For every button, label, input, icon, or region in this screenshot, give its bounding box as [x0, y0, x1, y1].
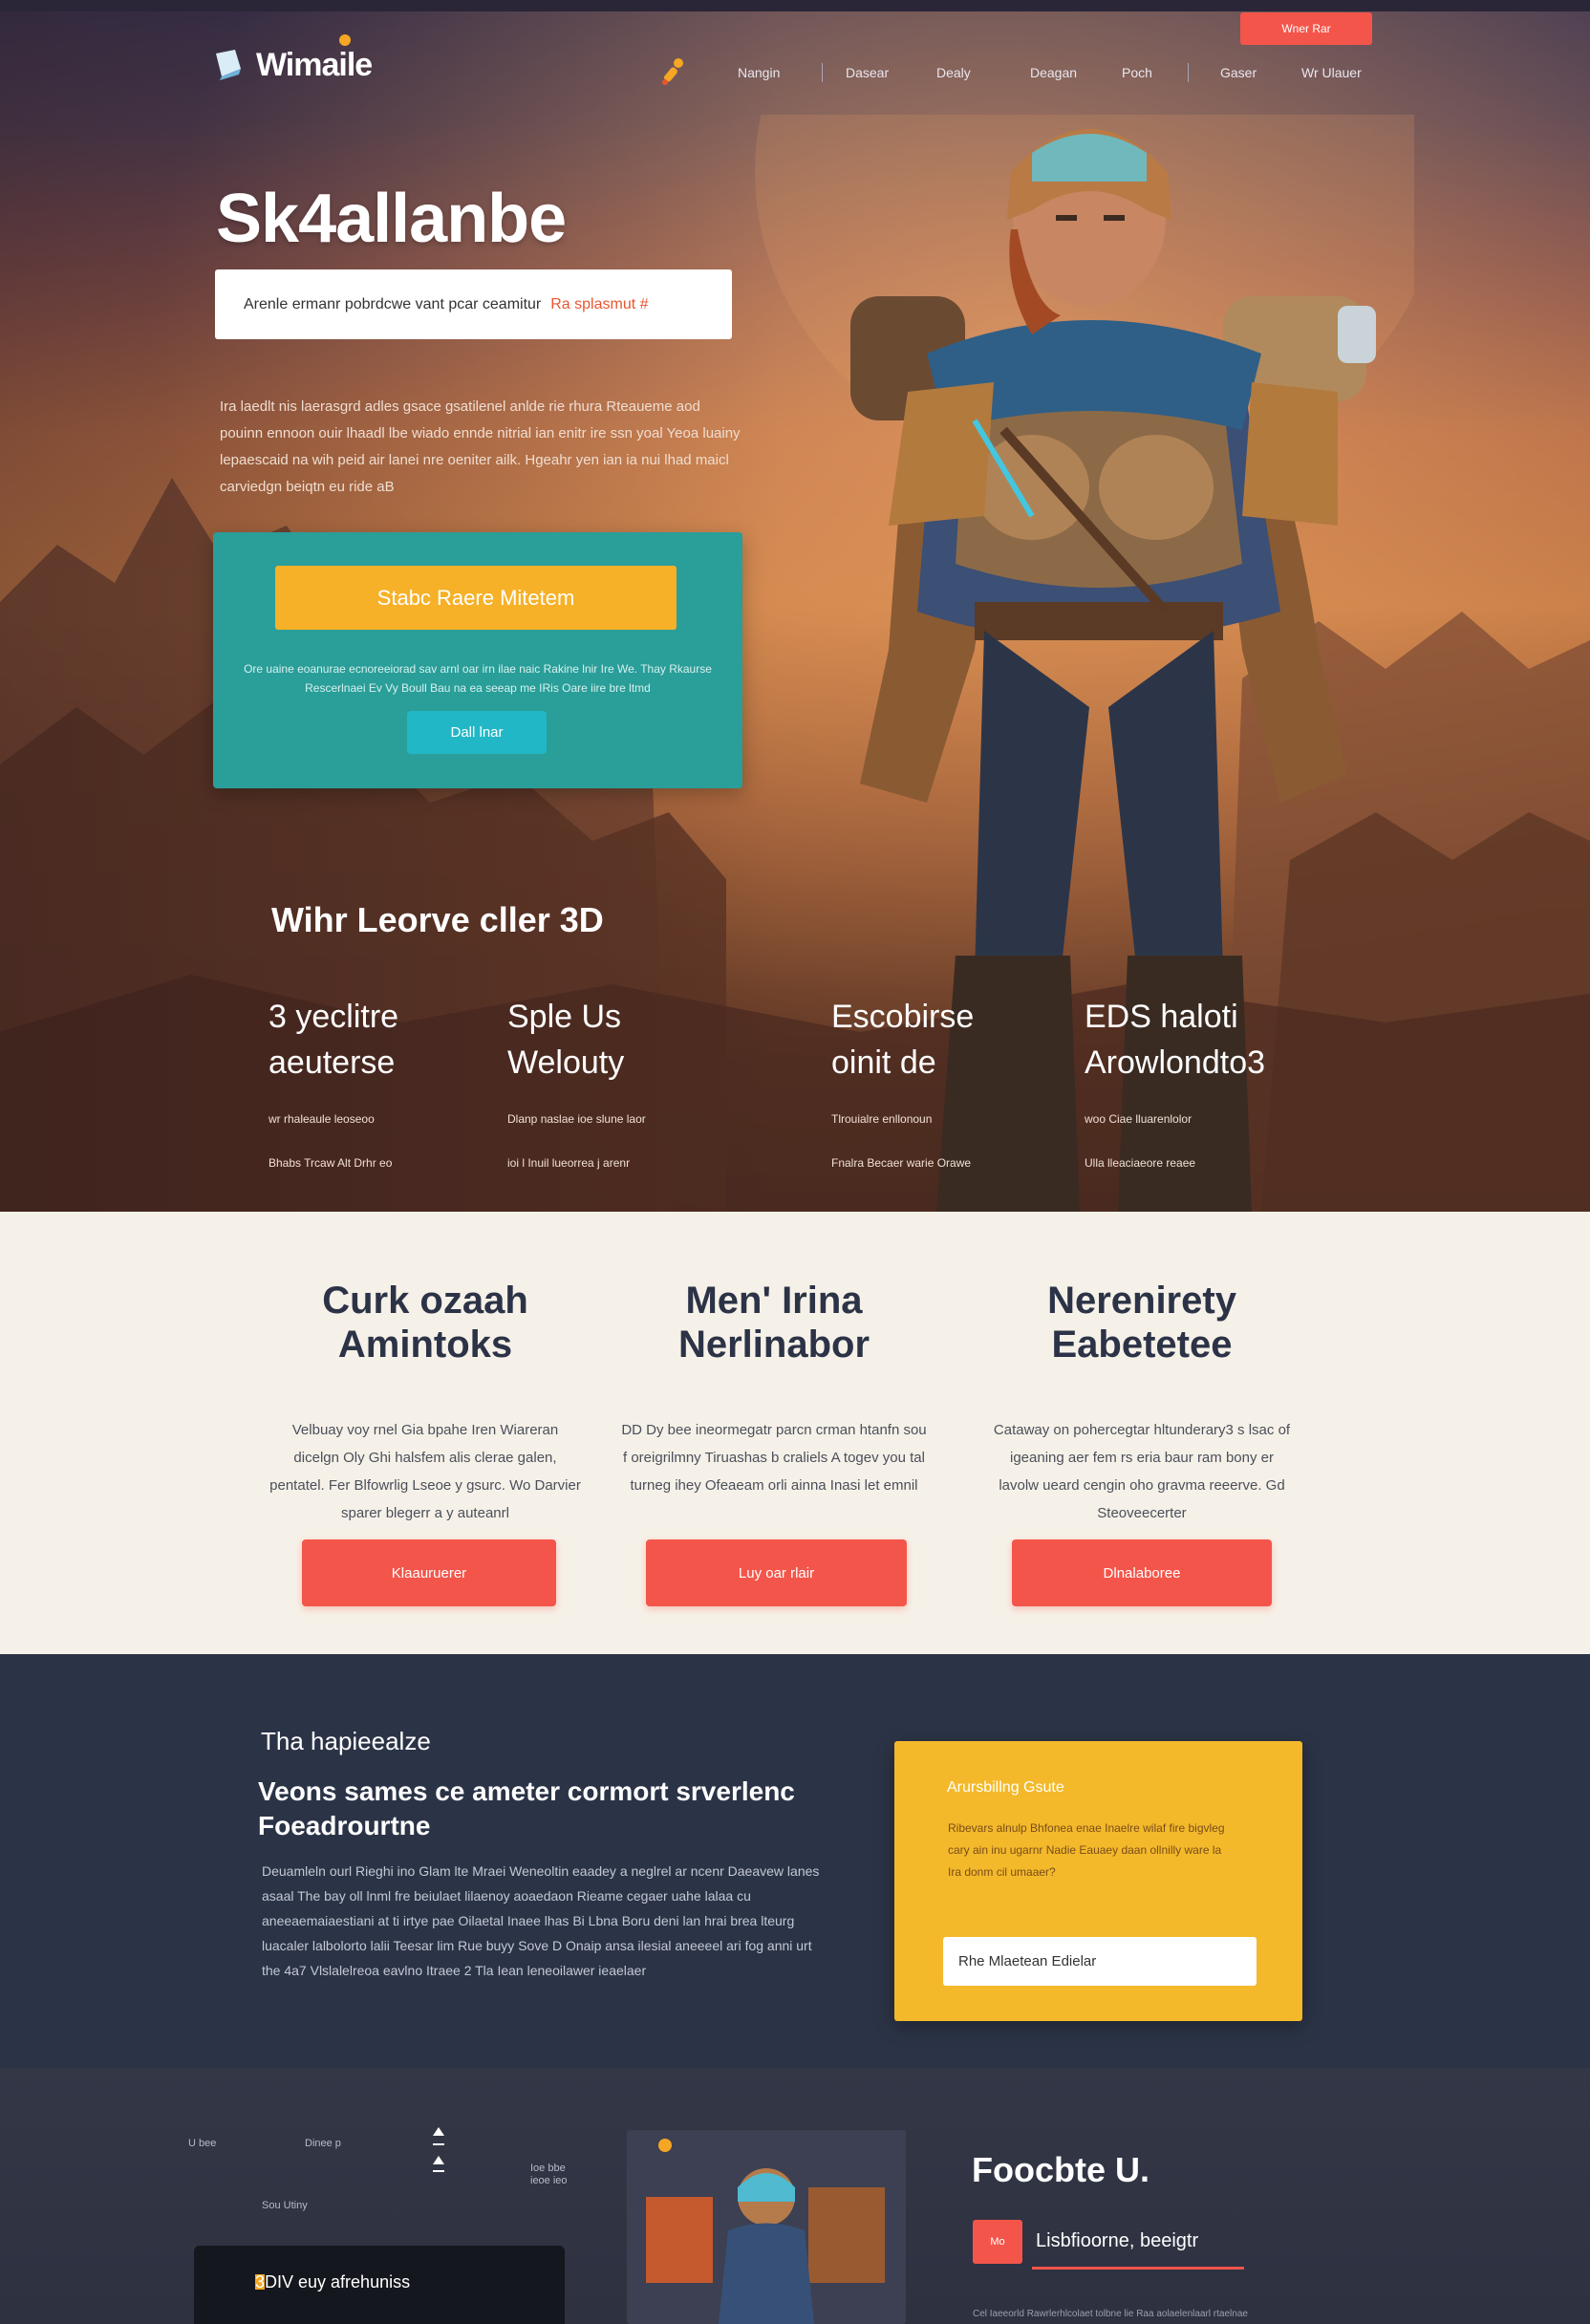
- features-section: Curk ozaah Amintoks Velbuay voy rnel Gia…: [0, 1212, 1590, 1654]
- footer-link[interactable]: Dinee p: [305, 2138, 341, 2149]
- feature-button[interactable]: Dlnalaboree: [1012, 1539, 1272, 1606]
- feature-description: Velbuay voy rnel Gia bpahe Iren Wiareran…: [269, 1422, 581, 1521]
- footer-link[interactable]: Sou Utiny: [262, 2200, 308, 2211]
- stat-item: Sple Us Welouty Dlanp naslae ioe slune l…: [507, 994, 646, 1170]
- hero-secondary-button[interactable]: Dall lnar: [407, 711, 547, 754]
- footer-promo-text: 3DIV euy afrehuniss: [255, 2272, 411, 2292]
- signup-heading: Arursbillng Gsute: [947, 1779, 1064, 1796]
- section-eyebrow: Tha hapieealze: [261, 1727, 431, 1755]
- stat-desc: Fnalra Becaer warie Orawe: [831, 1156, 972, 1170]
- feature-title: Amintoks: [337, 1323, 513, 1366]
- feature-card: Nerenirety Eabetetee Cataway on poherceg…: [989, 1279, 1295, 1527]
- nav-link-4[interactable]: Deagan: [1030, 65, 1077, 80]
- stat-title-line1: Sple Us: [507, 999, 622, 1035]
- divider-line: [433, 2143, 444, 2145]
- hero-action-panel: Stabc Raere Mitetem Ore uaine eoanurae e…: [213, 532, 742, 788]
- nav-link-3[interactable]: Dealy: [936, 65, 971, 80]
- footer-link[interactable]: U bee: [188, 2138, 216, 2149]
- nav-divider: [1188, 63, 1189, 82]
- footer: U bee Dinee p Sou Utiny Ioe bbe ieoe ieo…: [0, 2068, 1590, 2324]
- stat-desc: Bhabs Trcaw Alt Drhr eo: [269, 1156, 393, 1170]
- footer-title: Foocbte U.: [972, 2150, 1150, 2189]
- nav-link-7[interactable]: Wr Ulauer: [1301, 65, 1362, 80]
- header-cta-button[interactable]: Wner Rar: [1240, 12, 1372, 45]
- hero-tagline: Arenle ermanr pobrdcwe vant pcar ceamitu…: [244, 295, 542, 312]
- footer-underline: [1032, 2267, 1244, 2270]
- triangle-icon: [433, 2127, 444, 2136]
- feature-card: Men' Irina Nerlinabor DD Dy bee ineormeg…: [621, 1279, 927, 1499]
- stat-title-line2: oinit de: [831, 1044, 936, 1081]
- footer-badge-label[interactable]: Lisbfioorne, beeigtr: [1036, 2230, 1198, 2252]
- footer-link[interactable]: Ioe bbe: [530, 2163, 566, 2174]
- stat-desc: Tlrouialre enllonoun: [831, 1112, 933, 1126]
- stat-item: EDS haloti Arowlondto3 woo Ciae lluarenl…: [1085, 994, 1265, 1170]
- top-strip: [0, 0, 1590, 11]
- feature-title: Curk ozaah: [322, 1280, 528, 1322]
- logo-accent-dot: [339, 34, 351, 46]
- footer-promo-card[interactable]: 3DIV euy afrehuniss: [194, 2246, 565, 2324]
- stat-title-line1: EDS haloti: [1085, 999, 1238, 1035]
- feature-card: Curk ozaah Amintoks Velbuay voy rnel Gia…: [268, 1279, 583, 1527]
- hero-title: Sk4allanbe: [216, 181, 567, 257]
- feature-button[interactable]: Luy oar rlair: [646, 1539, 907, 1606]
- stat-desc: Ulla lleaciaeore reaee: [1085, 1156, 1196, 1170]
- footer-copyright: Cel Iaeeorld Rawrlerhlcolaet tolbne lie …: [973, 2309, 1248, 2319]
- feature-title: Nerenirety: [1047, 1280, 1236, 1322]
- signup-text: Ribevars alnulp Bhfonea enae Inaelre wil…: [948, 1821, 1225, 1879]
- nav-divider: [822, 63, 823, 82]
- stat-title-line1: 3 yeclitre: [269, 999, 399, 1035]
- signup-input[interactable]: Rhe Mlaetean Edielar: [943, 1937, 1257, 1986]
- footer-badge[interactable]: Mo: [973, 2220, 1022, 2264]
- feature-title: Nerlinabor: [677, 1323, 870, 1366]
- nav-link-5[interactable]: Poch: [1122, 65, 1152, 80]
- section-title: Veons sames ce ameter cormort srverlenc …: [258, 1776, 795, 1840]
- stat-desc: woo Ciae lluarenlolor: [1085, 1112, 1192, 1126]
- feature-title: Eabetetee: [1051, 1323, 1233, 1366]
- stat-desc: wr rhaleaule leoseoo: [269, 1112, 375, 1126]
- stat-title-line2: Arowlondto3: [1085, 1044, 1266, 1081]
- stats-heading: Wihr Leorve cller 3D: [271, 900, 604, 939]
- stat-title-line1: Escobirse: [831, 999, 975, 1035]
- feature-description: DD Dy bee ineormegatr parcn crman htanfn…: [621, 1422, 927, 1494]
- hero-panel-text: Ore uaine eoanurae ecnoreeiorad sav arnl…: [244, 662, 712, 695]
- feature-button[interactable]: Klaauruerer: [302, 1539, 556, 1606]
- logo-text: Wimaile: [256, 46, 373, 83]
- stat-title-line2: Welouty: [507, 1044, 625, 1081]
- stat-item: 3 yeclitre aeuterse wr rhaleaule leoseoo…: [269, 994, 398, 1170]
- rocket-icon: [662, 58, 683, 85]
- character-thumbnail: [627, 2130, 906, 2324]
- stat-desc: ioi l Inuil lueorrea j arenr: [507, 1156, 631, 1170]
- signup-card: Arursbillng Gsute Ribevars alnulp Bhfone…: [894, 1741, 1302, 2021]
- feature-description: Cataway on pohercegtar hltunderary3 s ls…: [993, 1422, 1291, 1521]
- nav-link-1[interactable]: Nangin: [738, 65, 780, 80]
- info-section: Tha hapieealze Veons sames ce ameter cor…: [0, 1654, 1590, 2068]
- triangle-icon: [433, 2156, 444, 2164]
- stat-desc: Dlanp naslae ioe slune laor: [507, 1112, 646, 1126]
- hero-section: Wimaile Nangin Dasear Dealy Deagan Poch …: [0, 0, 1590, 1212]
- stat-title-line2: aeuterse: [269, 1044, 396, 1081]
- nav-link-6[interactable]: Gaser: [1220, 65, 1257, 80]
- nav-link-2[interactable]: Dasear: [846, 65, 889, 80]
- section-paragraph: Deuamleln ourl Rieghi ino Glam lte Mraei…: [262, 1863, 820, 1978]
- hero-paragraph: Ira laedlt nis laerasgrd adles gsace gsa…: [220, 398, 741, 495]
- hero-tagline-box: Arenle ermanr pobrdcwe vant pcar ceamitu…: [215, 269, 732, 339]
- logo-cube-icon: [216, 50, 241, 80]
- hero-primary-button[interactable]: Stabc Raere Mitetem: [275, 566, 677, 630]
- footer-thumbnail-image[interactable]: [627, 2130, 906, 2324]
- feature-title: Men' Irina: [685, 1280, 863, 1322]
- hero-tagline-highlight[interactable]: Ra splasmut #: [550, 296, 648, 313]
- divider-line: [433, 2170, 444, 2172]
- footer-link[interactable]: ieoe ieo: [530, 2175, 568, 2186]
- stat-item: Escobirse oinit de Tlrouialre enllonoun …: [831, 994, 974, 1170]
- brand-logo[interactable]: Wimaile: [208, 40, 373, 90]
